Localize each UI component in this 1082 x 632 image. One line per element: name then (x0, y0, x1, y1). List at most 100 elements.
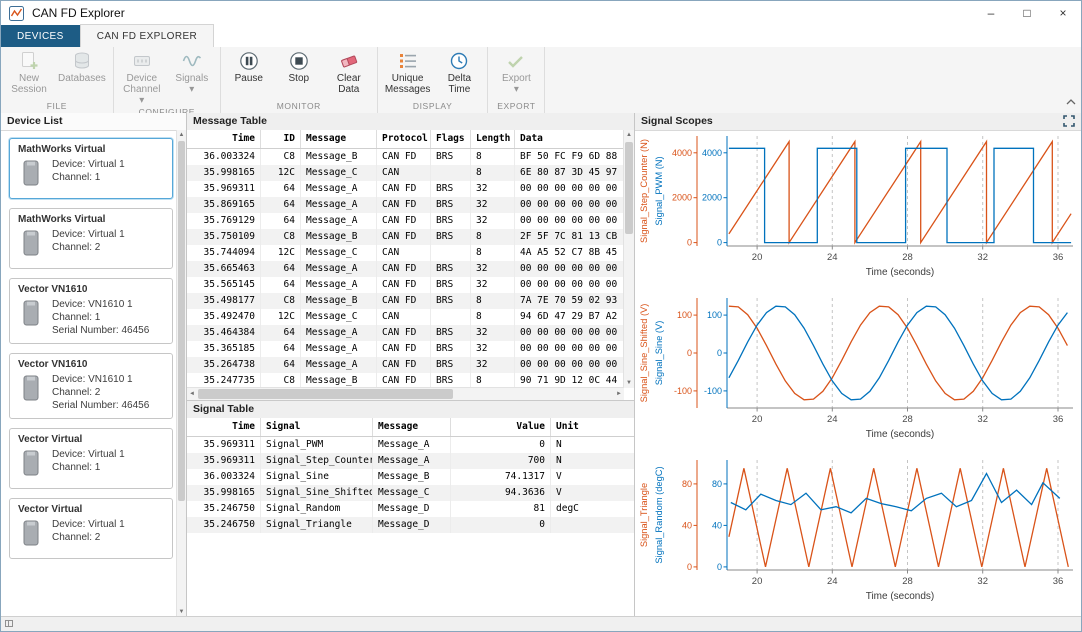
svg-text:Signal_Triangle: Signal_Triangle (639, 483, 649, 547)
table-row[interactable]: 35.86916564Message_ACAN FDBRS3200 00 00 … (187, 197, 624, 213)
svg-text:20: 20 (752, 576, 763, 587)
column-header-value[interactable]: Value (451, 418, 551, 436)
table-cell: 35.744094 (187, 245, 261, 261)
column-header-data[interactable]: Data (515, 130, 624, 148)
scroll-down-icon[interactable]: ▼ (624, 378, 634, 388)
column-header-message[interactable]: Message (301, 130, 377, 148)
scrollbar-thumb[interactable] (625, 142, 633, 234)
table-row[interactable]: 35.969311Signal_Step_CounterMessage_A700… (187, 453, 634, 469)
svg-text:Signal_Sine_Shifted (V): Signal_Sine_Shifted (V) (639, 304, 649, 403)
column-header-length[interactable]: Length (471, 130, 515, 148)
table-row[interactable]: 35.99816512CMessage_CCAN86E 80 87 3D 45 … (187, 165, 624, 181)
signal-scopes-body: 2024283236Time (seconds)0200040000200040… (635, 130, 1081, 617)
table-row[interactable]: 35.498177C8Message_BCAN FDBRS87A 7E 70 5… (187, 293, 624, 309)
device-name: Vector VN1610 (18, 359, 166, 370)
collapse-ribbon-icon[interactable] (1066, 92, 1076, 110)
table-cell: 8 (471, 373, 515, 388)
scroll-right-icon[interactable]: ► (614, 388, 624, 400)
scroll-up-icon[interactable]: ▲ (624, 130, 634, 140)
table-row[interactable]: 35.246750Signal_TriangleMessage_D0 (187, 517, 634, 533)
table-cell: 8 (471, 309, 515, 325)
table-cell: 2F 5F 7C 81 13 CB 57 40 (515, 229, 624, 245)
message-table-hscrollbar[interactable]: ◄ ► (187, 387, 624, 400)
scrollbar-thumb[interactable] (198, 389, 453, 399)
stop-button[interactable]: Stop (274, 48, 324, 84)
table-cell: BRS (431, 261, 471, 277)
table-cell: 35.998165 (187, 165, 261, 181)
table-cell: 64 (261, 213, 301, 229)
table-row[interactable]: 35.998165Signal_Sine_ShiftedMessage_C94.… (187, 485, 634, 501)
button-label: New Session (8, 73, 50, 95)
table-row[interactable]: 35.36518564Message_ACAN FDBRS3200 00 00 … (187, 341, 624, 357)
column-header-time[interactable]: Time (187, 418, 261, 436)
device-card[interactable]: MathWorks VirtualDevice: Virtual 1Channe… (9, 138, 173, 199)
table-row[interactable]: 35.66546364Message_ACAN FDBRS3200 00 00 … (187, 261, 624, 277)
table-cell: 00 00 00 00 00 00 00 00 00 00 00 00 (515, 213, 624, 229)
scrollbar-thumb[interactable] (178, 141, 185, 501)
table-row[interactable]: 36.003324C8Message_BCAN FDBRS8BF 50 FC F… (187, 149, 624, 165)
tables-panel: Message Table TimeIDMessageProtocolFlags… (187, 113, 635, 617)
new-session-button[interactable]: New Session (4, 48, 54, 95)
scroll-left-icon[interactable]: ◄ (187, 388, 197, 400)
signals-button[interactable]: Signals ▾ (167, 48, 217, 95)
table-cell: CAN FD (377, 229, 431, 245)
table-row[interactable]: 35.246750Signal_RandomMessage_D81degC (187, 501, 634, 517)
column-header-signal[interactable]: Signal (261, 418, 373, 436)
table-cell: 64 (261, 325, 301, 341)
table-cell: CAN FD (377, 261, 431, 277)
clear-data-button[interactable]: Clear Data (324, 48, 374, 95)
minimize-button[interactable]: – (973, 1, 1009, 25)
ribbon-group-label: FILE (4, 100, 110, 113)
column-header-flags[interactable]: Flags (431, 130, 471, 148)
svg-text:24: 24 (827, 576, 838, 587)
table-row[interactable]: 35.76912964Message_ACAN FDBRS3200 00 00 … (187, 213, 624, 229)
table-row[interactable]: 35.26473864Message_ACAN FDBRS3200 00 00 … (187, 357, 624, 373)
table-row[interactable]: 35.49247012CMessage_CCAN894 6D 47 29 B7 … (187, 309, 624, 325)
table-row[interactable]: 35.750109C8Message_BCAN FDBRS82F 5F 7C 8… (187, 229, 624, 245)
scroll-up-icon[interactable]: ▲ (177, 130, 186, 140)
device-list-scrollbar[interactable]: ▲ ▼ (176, 130, 186, 617)
button-label: Delta Time (438, 73, 480, 95)
column-header-protocol[interactable]: Protocol (377, 130, 431, 148)
resize-grip[interactable] (5, 620, 13, 627)
device-card[interactable]: Vector VirtualDevice: Virtual 1Channel: … (9, 498, 173, 559)
column-header-id[interactable]: ID (261, 130, 301, 148)
device-details: Device: Virtual 1Channel: 1 (52, 158, 125, 192)
tab-can-fd-explorer[interactable]: CAN FD EXPLORER (80, 24, 214, 47)
svg-text:Signal_Step_Counter (N): Signal_Step_Counter (N) (639, 139, 649, 243)
title-bar: CAN FD Explorer – □ × (1, 1, 1081, 26)
delta-time-button[interactable]: Delta Time (434, 48, 484, 95)
pause-button[interactable]: Pause (224, 48, 274, 84)
table-cell: 12C (261, 245, 301, 261)
table-row[interactable]: 35.74409412CMessage_CCAN84A A5 52 C7 8B … (187, 245, 624, 261)
maximize-button[interactable]: □ (1009, 1, 1045, 25)
table-row[interactable]: 35.969311Signal_PWMMessage_A0N (187, 437, 634, 453)
unique-messages-button[interactable]: Unique Messages (381, 48, 435, 95)
column-header-time[interactable]: Time (187, 130, 261, 148)
column-header-message[interactable]: Message (373, 418, 451, 436)
databases-button[interactable]: Databases (54, 48, 110, 84)
table-row[interactable]: 36.003324Signal_SineMessage_B74.1317V (187, 469, 634, 485)
column-header-unit[interactable]: Unit (551, 418, 634, 436)
table-cell: CAN FD (377, 149, 431, 165)
message-table-vscrollbar[interactable]: ▲ ▼ (623, 130, 634, 388)
device-card[interactable]: Vector VN1610Device: VN1610 1Channel: 2S… (9, 353, 173, 419)
tab-devices[interactable]: DEVICES (1, 25, 80, 47)
table-row[interactable]: 35.56514564Message_ACAN FDBRS3200 00 00 … (187, 277, 624, 293)
device-card[interactable]: Vector VirtualDevice: Virtual 1Channel: … (9, 428, 173, 489)
device-card[interactable]: MathWorks VirtualDevice: Virtual 1Channe… (9, 208, 173, 269)
table-row[interactable]: 35.247735C8Message_BCAN FDBRS890 71 9D 1… (187, 373, 624, 388)
device-card[interactable]: Vector VN1610Device: VN1610 1Channel: 1S… (9, 278, 173, 344)
table-row[interactable]: 35.96931164Message_ACAN FDBRS3200 00 00 … (187, 181, 624, 197)
table-row[interactable]: 35.46438464Message_ACAN FDBRS3200 00 00 … (187, 325, 624, 341)
close-button[interactable]: × (1045, 1, 1081, 25)
device-channel-button[interactable]: Device Channel ▾ (117, 48, 167, 106)
device-icon (20, 299, 42, 337)
toolstrip-tabs: DEVICESCAN FD EXPLORER (1, 25, 1081, 48)
table-cell: 64 (261, 357, 301, 373)
table-cell: degC (551, 501, 634, 517)
table-cell: CAN (377, 165, 431, 181)
table-cell: 7A 7E 70 59 02 93 5B 40 (515, 293, 624, 309)
table-cell: 32 (471, 213, 515, 229)
export-button[interactable]: Export ▾ (491, 48, 541, 95)
